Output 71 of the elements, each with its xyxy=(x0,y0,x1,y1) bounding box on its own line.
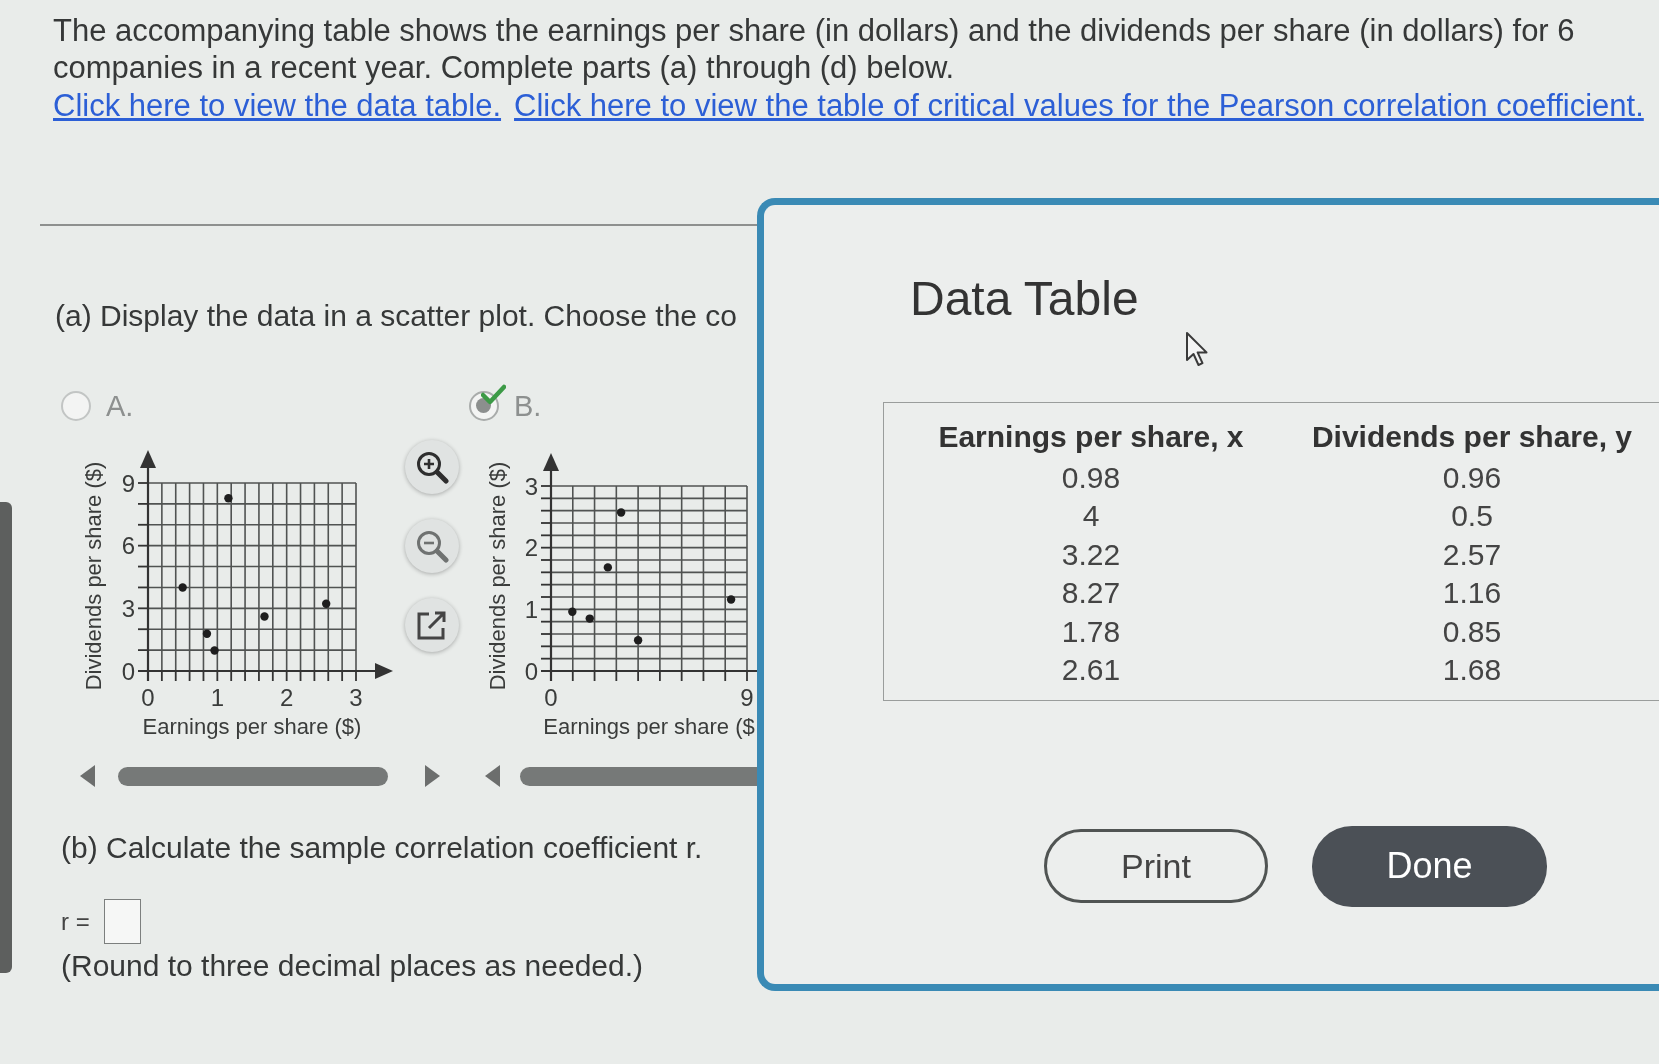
text-link[interactable]: Click here to view the data table. xyxy=(53,87,502,124)
dialog-button[interactable]: Done xyxy=(1312,825,1547,907)
data-point xyxy=(616,508,626,517)
dialog-title: Data Table xyxy=(910,271,1139,327)
axis-label: Earnings per share ($ xyxy=(543,714,755,739)
tick-label: 9 xyxy=(740,684,754,711)
tick-label: 1 xyxy=(524,595,538,623)
table-cell-text: 0.96 xyxy=(1442,459,1502,496)
data-point xyxy=(178,583,187,592)
dialog-button[interactable]: Print xyxy=(1044,829,1268,903)
data-point xyxy=(260,612,269,621)
data-point xyxy=(633,635,643,645)
tick-label: 0 xyxy=(121,657,135,685)
table-cell-text: 2.57 xyxy=(1442,536,1502,573)
text-link[interactable]: Click here to view the table of critical values for the Pearson correlation coefficient. xyxy=(514,87,1644,124)
tick-label: 1 xyxy=(210,684,224,711)
tick-label: 3 xyxy=(121,594,135,622)
table-cell-text: 1.68 xyxy=(1442,652,1502,688)
scroll-left-icon[interactable] xyxy=(485,765,500,787)
zoom-in-icon xyxy=(415,450,449,484)
external-link-icon xyxy=(416,609,448,641)
scrollbar[interactable] xyxy=(118,766,388,786)
table-cell-text: 1.16 xyxy=(1442,575,1502,611)
external-link-button[interactable] xyxy=(405,598,459,652)
problem-statement: The accompanying table shows the earnings per share (in dollars) and the dividends per share (in dollars) for 6 companies in a recent year. Complete parts (a) through (d) below. xyxy=(53,12,1576,86)
scroll-right-icon[interactable] xyxy=(425,765,440,787)
axis-label: Dividends per share ($) xyxy=(484,461,510,691)
axis-label: Earnings per share ($) xyxy=(142,714,362,739)
tick-label: 6 xyxy=(121,532,135,560)
scrollbar[interactable] xyxy=(0,502,12,973)
tick-label: 3 xyxy=(524,472,538,500)
data-point xyxy=(726,595,736,604)
column-header: Earnings per share, x xyxy=(938,419,1244,455)
data-point xyxy=(202,629,212,638)
data-point xyxy=(224,494,233,503)
mouse-pointer-icon xyxy=(1185,331,1209,367)
question-text: (a) Display the data in a scatter plot. Choose the co xyxy=(55,298,738,334)
option-label[interactable]: A. xyxy=(106,390,134,422)
zoom-out-button[interactable] xyxy=(405,519,459,573)
data-point xyxy=(568,607,577,616)
table-cell-text: 2.61 xyxy=(1061,652,1121,688)
zoom-in-button[interactable] xyxy=(405,440,459,494)
table-cell-text: 0.98 xyxy=(1061,459,1121,496)
data-point xyxy=(585,614,594,623)
data-point xyxy=(603,563,613,572)
table-cell-text: 0.5 xyxy=(1451,498,1493,534)
table-cell-text: 1.78 xyxy=(1061,613,1121,650)
axis-label: Dividends per share ($) xyxy=(80,461,106,691)
table-cell-text: 3.22 xyxy=(1061,536,1121,573)
scroll-left-icon[interactable] xyxy=(80,765,95,787)
answer-label: r = xyxy=(61,907,90,936)
table-cell-text: 8.27 xyxy=(1061,575,1121,611)
table-cell-text: 4 xyxy=(1082,498,1100,534)
data-point xyxy=(210,646,219,655)
option-label[interactable]: B. xyxy=(514,390,542,422)
data-point xyxy=(322,599,331,608)
radio-button[interactable] xyxy=(61,391,91,421)
column-header: Dividends per share, y xyxy=(1311,419,1633,455)
question-text: (b) Calculate the sample correlation coefficient r. xyxy=(61,830,703,866)
zoom-out-icon xyxy=(415,529,449,563)
tick-label: 9 xyxy=(121,469,135,497)
instruction-text: (Round to three decimal places as needed.) xyxy=(61,948,643,984)
table-cell-text: 0.85 xyxy=(1442,613,1502,650)
tick-label: 0 xyxy=(524,657,538,685)
tick-label: 0 xyxy=(141,684,155,711)
tick-label: 2 xyxy=(524,534,538,562)
answer-field[interactable] xyxy=(103,899,141,944)
scrollbar[interactable] xyxy=(520,766,757,786)
tick-label: 0 xyxy=(544,684,558,711)
tick-label: 2 xyxy=(280,684,294,711)
tick-label: 3 xyxy=(349,684,363,711)
